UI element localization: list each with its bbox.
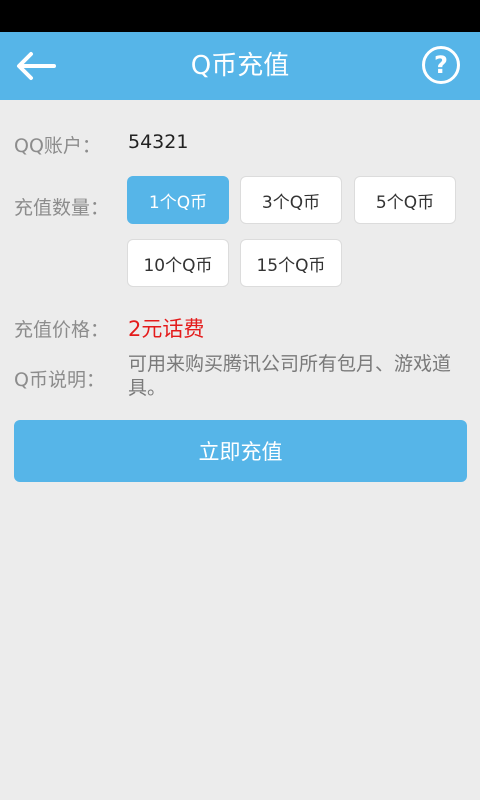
help-button[interactable]: ? bbox=[422, 46, 460, 84]
description-text: 可用来购买腾讯公司所有包月、游戏道具。 bbox=[128, 353, 452, 399]
back-button[interactable] bbox=[14, 46, 58, 86]
description-label: Q币说明： bbox=[14, 369, 105, 391]
status-bar bbox=[0, 0, 480, 32]
page-title: Q币充值 bbox=[190, 51, 290, 81]
arrow-left-icon bbox=[17, 52, 56, 80]
amount-option-1[interactable]: 1个Q币 bbox=[127, 176, 229, 224]
account-value: 54321 bbox=[128, 131, 189, 153]
title-bar: Q币充值 ? bbox=[0, 32, 480, 100]
account-label: QQ账户： bbox=[14, 135, 101, 157]
amount-label: 充值数量： bbox=[14, 197, 110, 219]
price-value: 2元话费 bbox=[128, 317, 205, 341]
recharge-button[interactable]: 立即充值 bbox=[14, 420, 467, 482]
amount-option-15[interactable]: 15个Q币 bbox=[240, 239, 342, 287]
question-mark-icon: ? bbox=[434, 51, 448, 79]
price-label: 充值价格： bbox=[14, 319, 110, 341]
amount-option-5[interactable]: 5个Q币 bbox=[354, 176, 456, 224]
amount-option-3[interactable]: 3个Q币 bbox=[240, 176, 342, 224]
amount-option-10[interactable]: 10个Q币 bbox=[127, 239, 229, 287]
